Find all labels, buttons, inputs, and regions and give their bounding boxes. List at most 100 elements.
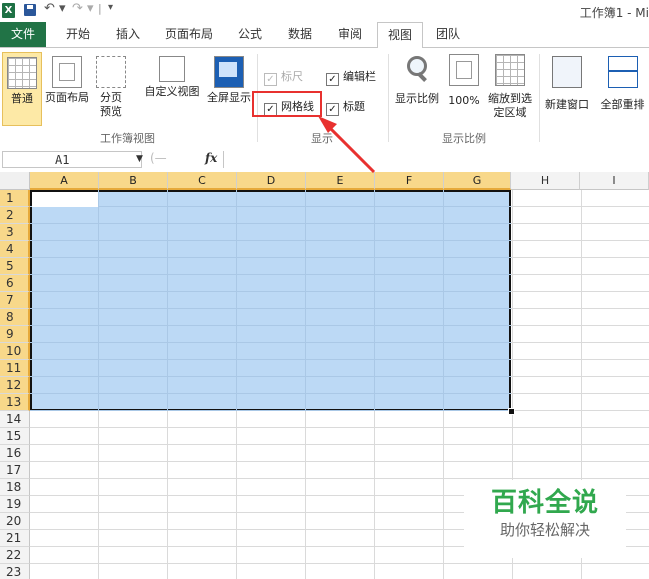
zoom-to-selection-button[interactable]: 缩放到选定区域: [485, 52, 535, 124]
arrange-all-icon: [607, 56, 638, 88]
custom-views-button[interactable]: 自定义视图: [140, 52, 204, 124]
show-group-label: 显示: [311, 132, 333, 145]
window-title: 工作簿1 - Mi: [579, 6, 649, 20]
tab-home[interactable]: 开始: [58, 22, 98, 47]
ribbon-view: 普通 页面布局 分页预览 自定义视图 全屏显示 工作簿视图 ✓ 标尺 ✓ 编辑栏 ✓…: [0, 47, 649, 149]
new-window-label: 新建窗口: [545, 98, 589, 111]
tab-view[interactable]: 视图: [377, 22, 423, 48]
row-header[interactable]: 23: [0, 564, 30, 579]
ribbon-tabs: 文件 开始 插入 页面布局 公式 数据 审阅 视图 团队: [0, 22, 649, 48]
row-header[interactable]: 19: [0, 496, 30, 513]
row-header[interactable]: 10: [0, 343, 30, 360]
zoom-selection-label: 缩放到选定区域: [488, 92, 532, 119]
row-header[interactable]: 8: [0, 309, 30, 326]
arrange-all-button[interactable]: 全部重排: [596, 52, 649, 124]
tab-file[interactable]: 文件: [0, 22, 46, 47]
column-header-g[interactable]: G: [444, 172, 511, 190]
formula-bar: A1 ▼ (— fx: [0, 148, 649, 173]
zoom-selection-icon: [495, 54, 525, 86]
row-header[interactable]: 22: [0, 547, 30, 564]
column-header-c[interactable]: C: [168, 172, 237, 190]
column-header-a[interactable]: A: [30, 172, 99, 190]
page-layout-label: 页面布局: [45, 91, 89, 104]
row-header[interactable]: 18: [0, 479, 30, 496]
row-header[interactable]: 20: [0, 513, 30, 530]
full-screen-label: 全屏显示: [207, 91, 251, 104]
new-window-button[interactable]: 新建窗口: [543, 52, 591, 124]
row-header[interactable]: 14: [0, 411, 30, 428]
watermark-subtitle: 助你轻松解决: [499, 521, 590, 539]
normal-view-icon: [7, 57, 37, 89]
gridlines-highlight-box: [252, 91, 322, 117]
page-break-label: 分页预览: [100, 91, 122, 118]
workbook-views-group-label: 工作簿视图: [100, 132, 155, 145]
formula-bar-check-icon: ✓: [326, 73, 339, 86]
zoom-100-label: 100%: [448, 94, 480, 107]
formula-bar-checkbox[interactable]: ✓ 编辑栏: [326, 68, 376, 86]
column-header-d[interactable]: D: [237, 172, 306, 190]
column-header-h[interactable]: H: [511, 172, 580, 190]
row-header[interactable]: 6: [0, 275, 30, 292]
ruler-checkbox[interactable]: ✓ 标尺: [264, 68, 303, 86]
zoom-group-label: 显示比例: [442, 132, 486, 145]
fill-handle[interactable]: [508, 408, 515, 415]
row-header[interactable]: 15: [0, 428, 30, 445]
full-screen-icon: [214, 56, 244, 88]
row-header[interactable]: 9: [0, 326, 30, 343]
undo-icon[interactable]: ↶ ▾: [44, 1, 66, 16]
zoom-label: 显示比例: [395, 92, 439, 105]
page-break-preview-button[interactable]: 分页预览: [94, 52, 128, 124]
arrange-all-label: 全部重排: [600, 98, 645, 111]
row-header[interactable]: 21: [0, 530, 30, 547]
tab-review[interactable]: 审阅: [330, 22, 370, 47]
watermark: 百科全说 助你轻松解决: [464, 480, 626, 558]
name-box[interactable]: A1: [2, 151, 142, 168]
headings-label: 标题: [343, 100, 365, 113]
tab-insert[interactable]: 插入: [108, 22, 148, 47]
row-header[interactable]: 4: [0, 241, 30, 258]
formula-input[interactable]: [223, 151, 649, 168]
tab-page-layout[interactable]: 页面布局: [158, 22, 220, 47]
headings-check-icon: ✓: [326, 103, 339, 116]
row-header[interactable]: 11: [0, 360, 30, 377]
redo-icon[interactable]: ↷ ▾: [72, 1, 94, 16]
row-header[interactable]: 1: [0, 190, 30, 207]
column-header-i[interactable]: I: [580, 172, 649, 190]
column-header-b[interactable]: B: [99, 172, 168, 190]
normal-view-button[interactable]: 普通: [2, 52, 42, 126]
group-divider: [388, 54, 389, 142]
formula-cancel-icon[interactable]: (—: [150, 151, 167, 165]
zoom-100-icon: [449, 54, 479, 86]
headings-checkbox[interactable]: ✓ 标题: [326, 98, 365, 116]
row-header[interactable]: 7: [0, 292, 30, 309]
formula-bar-label: 编辑栏: [343, 70, 376, 83]
full-screen-button[interactable]: 全屏显示: [203, 52, 255, 124]
zoom-100-button[interactable]: 100%: [446, 52, 482, 124]
insert-function-icon[interactable]: fx: [205, 151, 217, 165]
tab-data[interactable]: 数据: [280, 22, 320, 47]
active-cell-a1[interactable]: [32, 192, 98, 207]
column-header-f[interactable]: F: [375, 172, 444, 190]
row-header[interactable]: 17: [0, 462, 30, 479]
watermark-title: 百科全说: [490, 488, 599, 518]
page-break-icon: [96, 56, 126, 88]
zoom-button[interactable]: 显示比例: [392, 52, 442, 124]
tab-formulas[interactable]: 公式: [230, 22, 270, 47]
tab-team[interactable]: 团队: [428, 22, 468, 47]
row-header[interactable]: 3: [0, 224, 30, 241]
custom-views-icon: [159, 56, 185, 82]
row-header[interactable]: 16: [0, 445, 30, 462]
ruler-check-icon: ✓: [264, 73, 277, 86]
save-icon[interactable]: [24, 4, 36, 16]
customize-toolbar-icon[interactable]: ▾: [108, 2, 113, 17]
row-header[interactable]: 12: [0, 377, 30, 394]
column-header-e[interactable]: E: [306, 172, 375, 190]
selected-range-gridlines: [30, 190, 511, 411]
select-all-corner[interactable]: [0, 172, 30, 190]
page-layout-view-button[interactable]: 页面布局: [42, 52, 92, 124]
row-header[interactable]: 13: [0, 394, 30, 411]
name-box-dropdown-icon[interactable]: ▼: [136, 154, 143, 164]
row-header[interactable]: 5: [0, 258, 30, 275]
page-layout-icon: [52, 56, 82, 88]
row-header[interactable]: 2: [0, 207, 30, 224]
